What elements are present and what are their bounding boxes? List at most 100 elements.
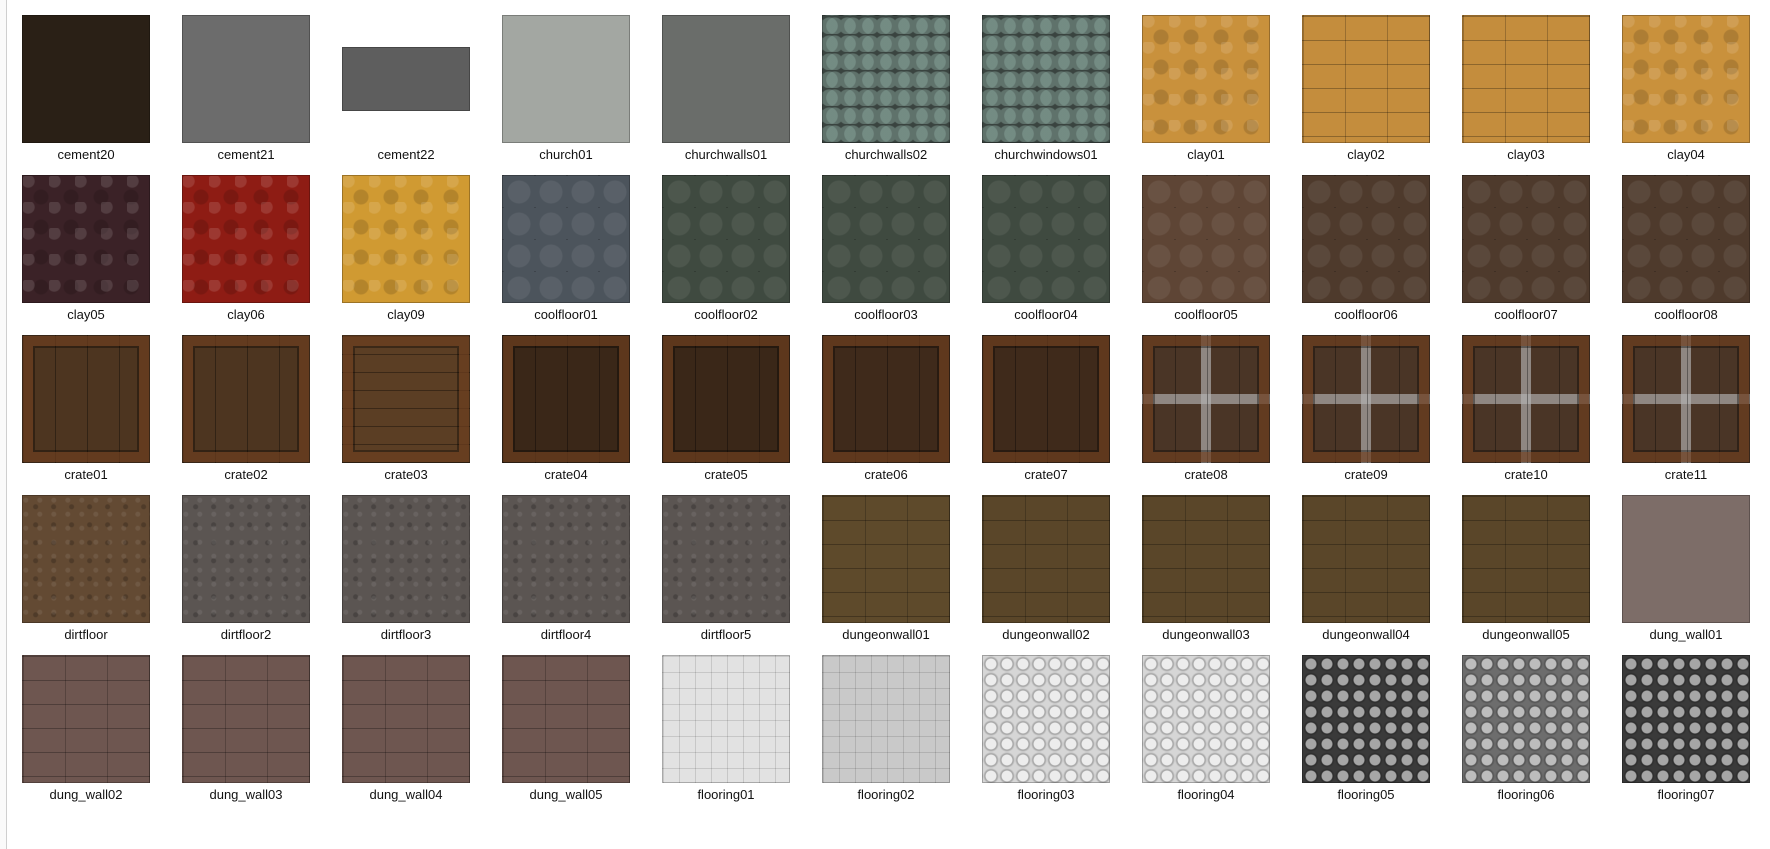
texture-item[interactable]: flooring02 <box>822 655 982 815</box>
texture-item[interactable]: dirtfloor4 <box>502 495 662 655</box>
texture-item[interactable]: coolfloor01 <box>502 175 662 335</box>
texture-label: crate05 <box>704 467 748 482</box>
texture-thumbnail <box>22 15 150 143</box>
thumbnail-frame <box>342 175 470 303</box>
texture-label: flooring03 <box>1017 787 1075 802</box>
texture-item[interactable]: clay01 <box>1142 15 1302 175</box>
texture-label: coolfloor06 <box>1334 307 1398 322</box>
thumbnail-frame <box>342 335 470 463</box>
texture-item[interactable]: dung_wall02 <box>22 655 182 815</box>
texture-label: crate03 <box>384 467 428 482</box>
texture-item[interactable]: clay09 <box>342 175 502 335</box>
texture-item[interactable]: crate11 <box>1622 335 1770 495</box>
texture-item[interactable]: crate05 <box>662 335 822 495</box>
texture-item[interactable]: dirtfloor <box>22 495 182 655</box>
window-left-edge <box>0 0 7 849</box>
texture-item[interactable]: coolfloor04 <box>982 175 1142 335</box>
texture-item[interactable]: clay02 <box>1302 15 1462 175</box>
thumbnail-frame <box>662 655 790 783</box>
texture-item[interactable]: churchwalls02 <box>822 15 982 175</box>
texture-item[interactable]: crate06 <box>822 335 982 495</box>
texture-thumbnail <box>182 655 310 783</box>
thumbnail-frame <box>662 335 790 463</box>
texture-item[interactable]: flooring03 <box>982 655 1142 815</box>
thumbnail-frame <box>502 15 630 143</box>
texture-thumbnail <box>182 175 310 303</box>
thumbnail-frame <box>1462 175 1590 303</box>
texture-label: clay04 <box>1667 147 1705 162</box>
texture-item[interactable]: crate09 <box>1302 335 1462 495</box>
texture-item[interactable]: flooring05 <box>1302 655 1462 815</box>
thumbnail-frame <box>1302 495 1430 623</box>
texture-item[interactable]: churchwindows01 <box>982 15 1142 175</box>
thumbnail-frame <box>1462 15 1590 143</box>
texture-item[interactable]: coolfloor08 <box>1622 175 1770 335</box>
thumbnail-frame <box>1142 495 1270 623</box>
texture-label: coolfloor04 <box>1014 307 1078 322</box>
texture-item[interactable]: flooring04 <box>1142 655 1302 815</box>
texture-item[interactable]: dungeonwall05 <box>1462 495 1622 655</box>
texture-item[interactable]: dungeonwall01 <box>822 495 982 655</box>
texture-item[interactable]: dirtfloor3 <box>342 495 502 655</box>
thumbnail-frame <box>1302 175 1430 303</box>
thumbnail-frame <box>1142 335 1270 463</box>
texture-item[interactable]: crate01 <box>22 335 182 495</box>
texture-thumbnail <box>1302 175 1430 303</box>
texture-item[interactable]: clay06 <box>182 175 342 335</box>
texture-item[interactable]: coolfloor02 <box>662 175 822 335</box>
texture-item[interactable]: church01 <box>502 15 662 175</box>
texture-item[interactable]: dungeonwall03 <box>1142 495 1302 655</box>
texture-item[interactable]: churchwalls01 <box>662 15 822 175</box>
texture-item[interactable]: dirtfloor2 <box>182 495 342 655</box>
texture-item[interactable]: cement22 <box>342 15 502 175</box>
texture-label: dung_wall03 <box>209 787 283 802</box>
texture-thumbnail <box>1302 495 1430 623</box>
texture-item[interactable]: dung_wall01 <box>1622 495 1770 655</box>
thumbnail-frame <box>1622 655 1750 783</box>
texture-item[interactable]: cement21 <box>182 15 342 175</box>
texture-item[interactable]: dungeonwall02 <box>982 495 1142 655</box>
texture-item[interactable]: cement20 <box>22 15 182 175</box>
texture-label: dungeonwall02 <box>1002 627 1090 642</box>
texture-item[interactable]: dung_wall04 <box>342 655 502 815</box>
texture-label: crate07 <box>1024 467 1068 482</box>
thumbnail-frame <box>22 175 150 303</box>
texture-item[interactable]: flooring06 <box>1462 655 1622 815</box>
texture-thumbnail <box>342 47 470 111</box>
texture-thumbnail <box>502 15 630 143</box>
texture-item[interactable]: dung_wall03 <box>182 655 342 815</box>
texture-thumbnail <box>1302 335 1430 463</box>
texture-thumbnail <box>662 15 790 143</box>
texture-label: dung_wall05 <box>529 787 603 802</box>
texture-thumbnail <box>1302 15 1430 143</box>
texture-item[interactable]: crate07 <box>982 335 1142 495</box>
texture-item[interactable]: crate08 <box>1142 335 1302 495</box>
texture-thumbnail <box>822 15 950 143</box>
texture-label: flooring07 <box>1657 787 1715 802</box>
texture-label: dung_wall01 <box>1649 627 1723 642</box>
texture-item[interactable]: crate04 <box>502 335 662 495</box>
texture-item[interactable]: coolfloor06 <box>1302 175 1462 335</box>
texture-item[interactable]: flooring01 <box>662 655 822 815</box>
texture-label: dirtfloor4 <box>540 627 592 642</box>
texture-item[interactable]: crate03 <box>342 335 502 495</box>
texture-item[interactable]: dirtfloor5 <box>662 495 822 655</box>
texture-label: flooring02 <box>857 787 915 802</box>
texture-item[interactable]: clay05 <box>22 175 182 335</box>
texture-item[interactable]: clay03 <box>1462 15 1622 175</box>
texture-label: flooring06 <box>1497 787 1555 802</box>
thumbnail-frame <box>982 335 1110 463</box>
texture-item[interactable]: dung_wall05 <box>502 655 662 815</box>
texture-item[interactable]: crate10 <box>1462 335 1622 495</box>
texture-thumbnail <box>1462 495 1590 623</box>
texture-label: crate11 <box>1664 467 1708 482</box>
texture-item[interactable]: crate02 <box>182 335 342 495</box>
texture-item[interactable]: coolfloor07 <box>1462 175 1622 335</box>
texture-item[interactable]: flooring07 <box>1622 655 1770 815</box>
texture-item[interactable]: clay04 <box>1622 15 1770 175</box>
texture-thumbnail <box>1142 495 1270 623</box>
texture-label: clay06 <box>227 307 265 322</box>
texture-item[interactable]: coolfloor03 <box>822 175 982 335</box>
texture-item[interactable]: coolfloor05 <box>1142 175 1302 335</box>
texture-item[interactable]: dungeonwall04 <box>1302 495 1462 655</box>
